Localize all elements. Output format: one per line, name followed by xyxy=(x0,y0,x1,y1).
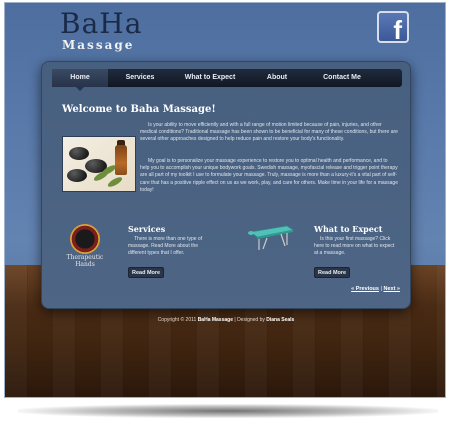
next-link[interactable]: Next » xyxy=(383,286,400,292)
therapeutic-hands-text: Therapeutic Hands xyxy=(66,254,104,268)
page-shadow xyxy=(18,404,438,418)
hands-emblem-icon xyxy=(70,224,100,254)
what-to-expect-text: Is this your first massage? Click here t… xyxy=(314,236,395,257)
designer-name: Diana Seals xyxy=(266,317,295,323)
footer: Copyright © 2011 BaHa Massage | Designed… xyxy=(5,317,445,323)
designed-by-text: | Designed by xyxy=(234,317,265,323)
therapeutic-hands-logo: Therapeutic Hands xyxy=(62,224,108,274)
welcome-heading: Welcome to Baha Massage! xyxy=(62,104,216,115)
what-to-expect-heading: What to Expect xyxy=(314,224,383,234)
main-nav: Home Services What to Expect About Conta… xyxy=(52,69,402,91)
facebook-glyph: f xyxy=(393,15,402,43)
footer-site-name: BaHa Massage xyxy=(197,317,233,323)
nav-contact-me[interactable]: Contact Me xyxy=(306,69,378,87)
site-logo[interactable]: BaHa Massage xyxy=(60,7,143,53)
content-panel: Home Services What to Expect About Conta… xyxy=(41,61,411,309)
services-heading: Services xyxy=(128,224,166,234)
massage-table-icon xyxy=(248,225,294,250)
welcome-paragraph-2: My goal is to personalize your massage e… xyxy=(140,158,398,193)
nav-what-to-expect[interactable]: What to Expect xyxy=(172,69,248,87)
what-to-expect-read-more-button[interactable]: Read More xyxy=(314,267,351,278)
welcome-paragraph-1: Is your ability to move efficiently and … xyxy=(140,122,398,143)
nav-about[interactable]: About xyxy=(248,69,306,87)
facebook-icon[interactable]: f xyxy=(377,11,409,43)
previous-link[interactable]: « Previous xyxy=(351,286,379,292)
nav-services[interactable]: Services xyxy=(108,69,172,87)
pager: « Previous | Next » xyxy=(351,286,400,292)
page-background: BaHa Massage f Home Services What to Exp… xyxy=(4,2,446,398)
logo-name: BaHa xyxy=(60,7,143,40)
nav-home[interactable]: Home xyxy=(52,69,108,91)
copyright-text: Copyright © 2011 xyxy=(157,317,197,323)
pager-separator: | xyxy=(380,286,382,292)
services-text: There is more than one type of massage. … xyxy=(128,236,203,257)
services-read-more-button[interactable]: Read More xyxy=(128,267,165,278)
logo-tagline: Massage xyxy=(62,38,135,52)
